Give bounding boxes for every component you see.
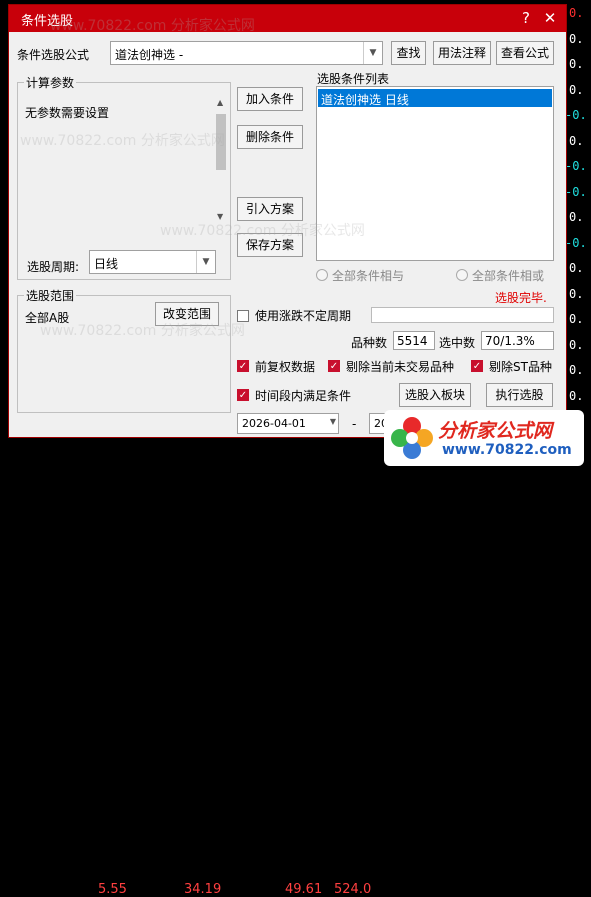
count-label: 品种数 xyxy=(351,336,388,350)
selected-field: 70/1.3% xyxy=(481,331,554,350)
radio-and-label: 全部条件相与 xyxy=(332,269,405,283)
date-separator: - xyxy=(352,417,357,431)
execute-button[interactable]: 执行选股 xyxy=(486,383,553,407)
pre-adjust-label: 前复权数据 xyxy=(255,360,316,374)
exclude-st-label: 剔除ST品种 xyxy=(489,360,552,374)
condition-list[interactable]: 道法创神选 日线 xyxy=(316,86,554,261)
use-limit-label: 使用涨跌不定周期 xyxy=(255,309,352,323)
formula-select[interactable]: 道法创神选 - ▼ xyxy=(110,41,383,65)
bg-value: 0. xyxy=(569,133,584,148)
add-to-block-button[interactable]: 选股入板块 xyxy=(399,383,471,407)
condition-item-label: 道法创神选 日线 xyxy=(321,93,409,107)
bg-value: 0. xyxy=(569,31,584,46)
bg-value: 0. xyxy=(569,210,584,224)
help-icon[interactable]: ? xyxy=(515,8,537,28)
chevron-down-icon[interactable]: ▼ xyxy=(330,417,336,426)
use-limit-field[interactable] xyxy=(371,307,554,323)
use-limit-checkbox[interactable] xyxy=(237,310,249,322)
scroll-thumb[interactable] xyxy=(216,114,226,170)
dialog-title: 条件选股 xyxy=(21,14,74,29)
range-group-title: 选股范围 xyxy=(24,287,77,304)
bg-value: 5.55 xyxy=(98,882,127,897)
exclude-untraded-label: 剔除当前未交易品种 xyxy=(346,360,455,374)
params-scrollbar[interactable]: ▲ ▼ xyxy=(214,98,228,224)
scroll-down-icon[interactable]: ▼ xyxy=(217,212,223,221)
bg-value: 0. xyxy=(569,57,584,71)
count-field: 5514 xyxy=(393,331,435,350)
delete-condition-button[interactable]: 删除条件 xyxy=(237,125,303,149)
pre-adjust-checkbox[interactable]: ✓ xyxy=(237,360,249,372)
chevron-down-icon[interactable]: ▼ xyxy=(363,42,382,64)
bg-value: -0. xyxy=(565,108,587,122)
period-value: 日线 xyxy=(94,257,119,271)
condition-list-label: 选股条件列表 xyxy=(317,72,390,86)
bg-value: 0. xyxy=(569,363,584,377)
close-icon[interactable]: ✕ xyxy=(539,8,561,28)
radio-and[interactable] xyxy=(316,269,328,281)
date-start-field[interactable]: 2026-04-01 ▼ xyxy=(237,413,339,434)
bg-value: 0. xyxy=(569,82,584,97)
condition-stock-dialog: 条件选股 ? ✕ 条件选股公式 道法创神选 - ▼ 查找 用法注释 查看公式 计… xyxy=(8,4,567,438)
bg-value: -0. xyxy=(565,235,587,250)
bg-value: -0. xyxy=(565,184,587,199)
formula-value: 道法创神选 - xyxy=(115,48,184,62)
import-plan-button[interactable]: 引入方案 xyxy=(237,197,303,221)
exclude-st-checkbox[interactable]: ✓ xyxy=(471,360,483,372)
usage-notes-button[interactable]: 用法注释 xyxy=(433,41,491,65)
add-condition-button[interactable]: 加入条件 xyxy=(237,87,303,111)
site-logo: 分析家公式网 www.70822.com xyxy=(384,410,584,466)
period-label: 选股周期: xyxy=(27,260,80,274)
status-text: 选股完毕. xyxy=(495,291,547,305)
change-range-button[interactable]: 改变范围 xyxy=(155,302,219,326)
formula-label: 条件选股公式 xyxy=(17,48,90,62)
bg-value: 0. xyxy=(569,312,584,326)
radio-or[interactable] xyxy=(456,269,468,281)
selected-label: 选中数 xyxy=(439,336,476,350)
count-value: 5514 xyxy=(397,334,428,348)
selected-value: 70/1.3% xyxy=(485,334,535,348)
find-button[interactable]: 查找 xyxy=(391,41,426,65)
bg-value: 0. xyxy=(569,388,584,403)
title-bar: 条件选股 ? ✕ xyxy=(9,5,566,32)
time-range-checkbox[interactable]: ✓ xyxy=(237,389,249,401)
params-text: 无参数需要设置 xyxy=(25,106,110,120)
params-group: 计算参数 无参数需要设置 ▲ ▼ 选股周期: 日线 ▼ xyxy=(17,74,231,280)
range-group: 选股范围 全部A股 改变范围 xyxy=(17,287,231,413)
logo-title: 分析家公式网 xyxy=(438,420,553,442)
save-plan-button[interactable]: 保存方案 xyxy=(237,233,303,257)
range-value: 全部A股 xyxy=(25,311,70,325)
bg-value: 49.61 xyxy=(285,882,323,897)
logo-url: www.70822.com xyxy=(442,442,572,458)
params-group-title: 计算参数 xyxy=(24,74,77,91)
bg-value: 0. xyxy=(569,261,584,275)
condition-list-item[interactable]: 道法创神选 日线 xyxy=(318,89,552,107)
chevron-down-icon[interactable]: ▼ xyxy=(196,251,215,273)
bg-value: 0. xyxy=(569,286,584,301)
date-start-value: 2026-04-01 xyxy=(242,417,306,430)
radio-or-label: 全部条件相或 xyxy=(472,269,545,283)
bg-value: 524.0 xyxy=(334,882,372,897)
background-quote-column: 0.0.0.0.-0.0.-0.-0.0.-0.0.0.0.0.0.0.0.0. xyxy=(563,0,591,470)
bg-value: 0. xyxy=(569,337,584,352)
period-select[interactable]: 日线 ▼ xyxy=(89,250,216,274)
exclude-untraded-checkbox[interactable]: ✓ xyxy=(328,360,340,372)
bg-value: 0. xyxy=(569,6,584,20)
flower-logo-icon xyxy=(391,417,433,459)
bg-value: -0. xyxy=(565,159,587,173)
scroll-up-icon[interactable]: ▲ xyxy=(217,98,223,107)
bg-value: 34.19 xyxy=(184,882,222,897)
time-range-label: 时间段内满足条件 xyxy=(255,389,352,403)
view-formula-button[interactable]: 查看公式 xyxy=(496,41,554,65)
